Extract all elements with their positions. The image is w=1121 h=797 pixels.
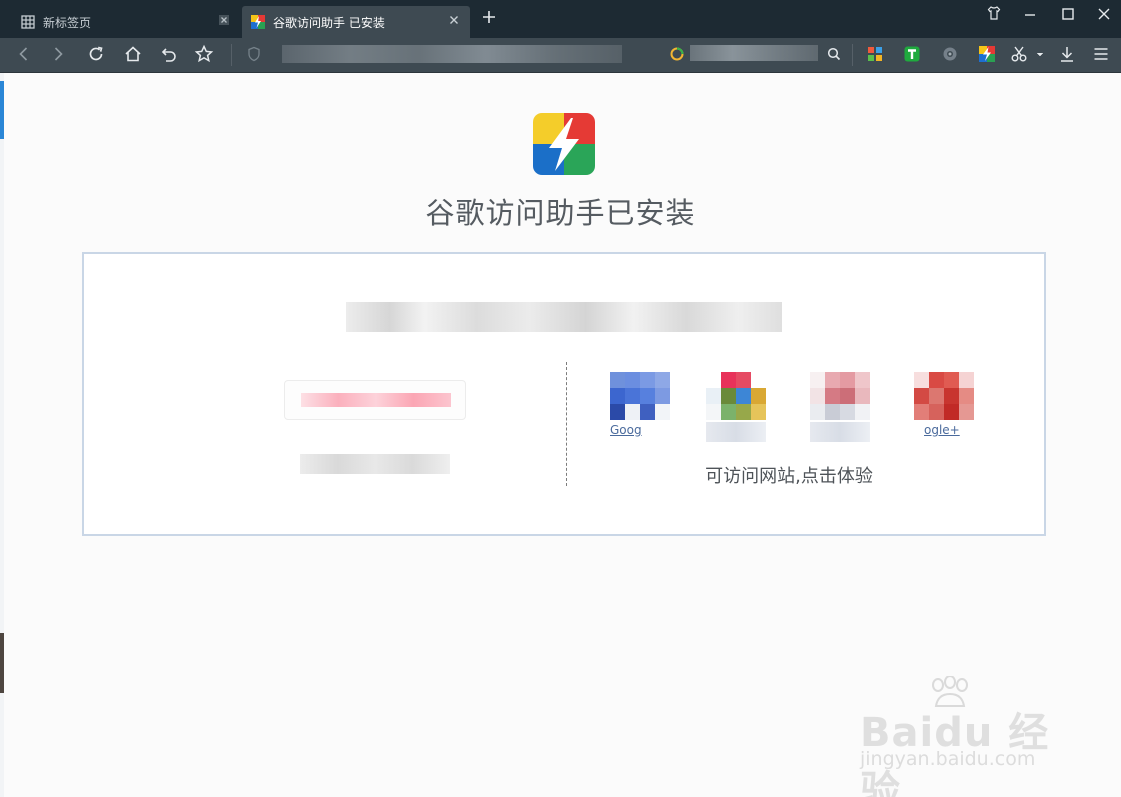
site-label[interactable]: ogle+ bbox=[924, 423, 976, 437]
search-engine-icon[interactable] bbox=[664, 41, 690, 67]
watermark-domain: jingyan.baidu.com bbox=[860, 748, 1036, 770]
google-plus-site-icon bbox=[914, 372, 974, 420]
close-window-icon[interactable] bbox=[1089, 4, 1119, 28]
google-helper-icon bbox=[251, 15, 265, 29]
close-icon[interactable] bbox=[446, 14, 462, 30]
home-icon[interactable] bbox=[120, 41, 146, 67]
site-play[interactable] bbox=[706, 372, 768, 448]
download-icon[interactable] bbox=[1054, 41, 1080, 67]
shield-icon[interactable] bbox=[246, 46, 262, 62]
maximize-icon[interactable] bbox=[1053, 4, 1083, 28]
close-icon[interactable] bbox=[216, 14, 232, 30]
play-site-icon bbox=[706, 372, 766, 420]
forward-icon[interactable] bbox=[45, 41, 71, 67]
tab-strip: 新标签页 谷歌访问助手 已安装 bbox=[0, 0, 1121, 38]
minimize-icon[interactable] bbox=[1015, 4, 1045, 28]
dashed-separator bbox=[566, 362, 567, 486]
site-gmail[interactable] bbox=[810, 372, 872, 448]
tab-label: 新标签页 bbox=[43, 15, 92, 30]
grid-icon bbox=[21, 15, 35, 29]
account-input-blurred[interactable] bbox=[284, 380, 466, 420]
help-text-blurred bbox=[300, 454, 450, 474]
notice-text-blurred bbox=[346, 302, 782, 332]
tab-label: 谷歌访问助手 已安装 bbox=[273, 15, 385, 30]
info-card: Goog ogle+ 可访问网站,点击体验 bbox=[82, 252, 1046, 536]
gear-extension-icon[interactable] bbox=[937, 41, 963, 67]
refresh-icon[interactable] bbox=[83, 41, 109, 67]
sites-caption: 可访问网站,点击体验 bbox=[705, 466, 873, 487]
site-label-blurred bbox=[810, 422, 870, 442]
google-helper-logo bbox=[533, 113, 595, 175]
menu-icon[interactable] bbox=[1088, 41, 1114, 67]
back-icon[interactable] bbox=[11, 41, 37, 67]
apps-grid-icon[interactable] bbox=[862, 41, 888, 67]
gmail-site-icon bbox=[810, 372, 870, 420]
baidu-watermark: Baidu 经验 jingyan.baidu.com bbox=[860, 676, 1080, 797]
search-icon[interactable] bbox=[821, 41, 847, 67]
undo-icon[interactable] bbox=[156, 41, 182, 67]
site-google-plus[interactable]: ogle+ bbox=[914, 372, 976, 448]
site-label[interactable]: Goog bbox=[610, 423, 672, 437]
site-label-blurred bbox=[706, 422, 766, 442]
skin-icon[interactable] bbox=[979, 4, 1009, 28]
tab-google-helper[interactable]: 谷歌访问助手 已安装 bbox=[242, 6, 470, 38]
address-bar[interactable] bbox=[282, 45, 622, 63]
search-box[interactable] bbox=[690, 45, 818, 61]
toolbar-divider bbox=[231, 44, 232, 66]
new-tab-button[interactable] bbox=[478, 8, 500, 32]
site-google[interactable]: Goog bbox=[610, 372, 672, 448]
google-site-icon bbox=[610, 372, 670, 420]
tab-new-tab[interactable]: 新标签页 bbox=[12, 6, 240, 38]
star-icon[interactable] bbox=[191, 41, 217, 67]
window-edge bbox=[0, 73, 4, 797]
scissors-icon[interactable] bbox=[1008, 41, 1046, 67]
page-title: 谷歌访问助手已安装 bbox=[425, 196, 696, 230]
toolbar-divider bbox=[852, 44, 853, 66]
google-helper-extension-icon[interactable] bbox=[974, 41, 1000, 67]
t-extension-icon[interactable] bbox=[899, 41, 925, 67]
